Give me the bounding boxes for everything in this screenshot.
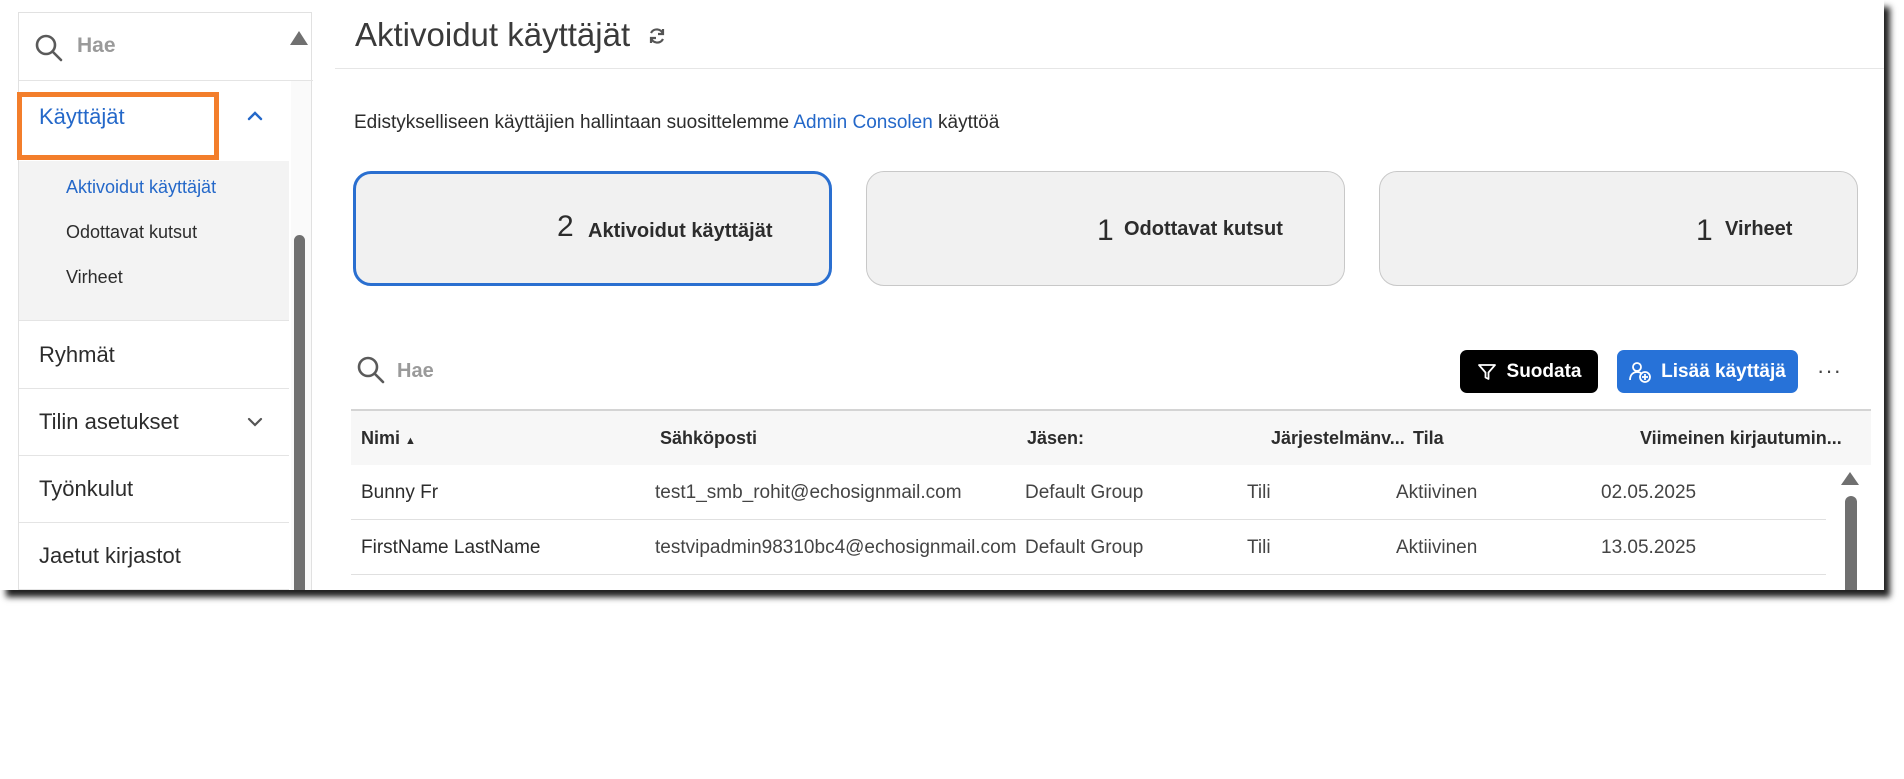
card-pending-invites[interactable]: 1 Odottavat kutsut — [866, 171, 1345, 286]
chevron-down-icon[interactable] — [247, 417, 263, 427]
add-user-button[interactable]: Lisää käyttäjä — [1617, 350, 1798, 393]
column-header-last-login[interactable]: Viimeinen kirjautumin... — [1640, 428, 1842, 449]
scroll-up-arrow-icon[interactable] — [1841, 472, 1859, 485]
filter-icon — [1477, 363, 1496, 380]
sidebar-search — [19, 13, 313, 81]
row-divider — [351, 519, 1826, 520]
sidebar-item-label: Työnkulut — [39, 476, 134, 501]
card-label: Aktivoidut käyttäjät — [588, 220, 773, 242]
card-label: Odottavat kutsut — [1124, 218, 1283, 240]
card-label: Virheet — [1725, 218, 1793, 240]
sidebar-item-shared-libraries[interactable]: Jaetut kirjastot — [19, 523, 289, 590]
search-icon — [35, 34, 63, 62]
column-header-label: Nimi — [361, 428, 401, 448]
info-text: Edistykselliseen käyttäjien hallintaan s… — [354, 112, 790, 133]
column-header-status[interactable]: Tila — [1413, 428, 1444, 449]
cell-name: FirstName LastName — [361, 537, 541, 558]
cell-system: Tili — [1247, 482, 1271, 503]
cell-status: Aktiivinen — [1396, 482, 1478, 503]
sidebar-subitem-activated-users[interactable]: Aktivoidut käyttäjät — [66, 177, 216, 198]
table-scroll-thumb[interactable] — [1845, 496, 1857, 590]
app-window: Käyttäjät Aktivoidut käyttäjät Odottavat… — [0, 0, 1884, 590]
column-header-email[interactable]: Sähköposti — [660, 428, 757, 449]
column-header-system[interactable]: Järjestelmänv... — [1271, 428, 1405, 449]
cell-last-login: 02.05.2025 — [1601, 482, 1697, 503]
sidebar-subitem-errors[interactable]: Virheet — [66, 267, 123, 288]
divider — [335, 68, 1884, 69]
row-divider — [351, 574, 1826, 575]
admin-console-link[interactable]: Admin Consolen — [793, 112, 932, 133]
cell-system: Tili — [1247, 537, 1271, 558]
table-search-input[interactable] — [395, 356, 695, 386]
cell-status: Aktiivinen — [1396, 537, 1478, 558]
sidebar-subitem-pending-invites[interactable]: Odottavat kutsut — [66, 222, 197, 243]
page-title: Aktivoidut käyttäjät — [355, 16, 631, 53]
card-count: 2 — [557, 210, 574, 243]
sidebar-search-input[interactable] — [75, 31, 275, 61]
add-user-icon — [1629, 361, 1652, 383]
sidebar-item-label: Ryhmät — [39, 342, 115, 367]
chevron-up-icon[interactable] — [247, 111, 263, 121]
card-count: 1 — [1097, 214, 1114, 247]
column-header-member[interactable]: Jäsen: — [1027, 428, 1084, 449]
cell-name: Bunny Fr — [361, 482, 439, 503]
highlight-box — [17, 92, 219, 160]
add-user-button-label: Lisää käyttäjä — [1661, 360, 1786, 382]
sidebar-item-label: Tilin asetukset — [39, 409, 179, 434]
sidebar-item-workflows[interactable]: Työnkulut — [19, 456, 289, 523]
more-options-icon[interactable]: ··· — [1817, 358, 1842, 384]
sidebar-item-users[interactable]: Käyttäjät — [17, 81, 289, 161]
filter-button[interactable]: Suodata — [1460, 350, 1598, 393]
sort-ascending-icon: ▲ — [405, 435, 416, 447]
card-count: 1 — [1696, 214, 1713, 247]
column-header-name[interactable]: Nimi ▲ — [361, 428, 416, 449]
filter-button-label: Suodata — [1506, 360, 1582, 382]
cell-member: Default Group — [1025, 482, 1144, 503]
card-errors[interactable]: 1 Virheet — [1379, 171, 1858, 286]
card-activated-users[interactable]: 2 Aktivoidut käyttäjät — [353, 171, 832, 286]
main-content: Aktivoidut käyttäjät Edistykselliseen kä… — [335, 0, 1884, 590]
info-text: käyttöä — [938, 112, 1000, 133]
sidebar-item-account-settings[interactable]: Tilin asetukset — [19, 389, 289, 456]
search-icon — [357, 356, 385, 384]
scroll-up-arrow-icon[interactable] — [290, 31, 308, 45]
users-submenu: Aktivoidut käyttäjät Odottavat kutsut Vi… — [19, 161, 289, 321]
sidebar-item-label: Jaetut kirjastot — [39, 543, 181, 568]
refresh-icon[interactable] — [647, 26, 667, 46]
sidebar-item-groups[interactable]: Ryhmät — [19, 322, 289, 389]
sidebar: Käyttäjät Aktivoidut käyttäjät Odottavat… — [17, 12, 313, 590]
cell-email: test1_smb_rohit@echosignmail.com — [655, 482, 962, 503]
cell-member: Default Group — [1025, 537, 1144, 558]
sidebar-scroll-thumb[interactable] — [294, 235, 305, 590]
info-message: Edistykselliseen käyttäjien hallintaan s… — [354, 112, 999, 134]
cell-email: testvipadmin98310bc4@echosignmail.com — [655, 537, 1017, 558]
cell-last-login: 13.05.2025 — [1601, 537, 1697, 558]
